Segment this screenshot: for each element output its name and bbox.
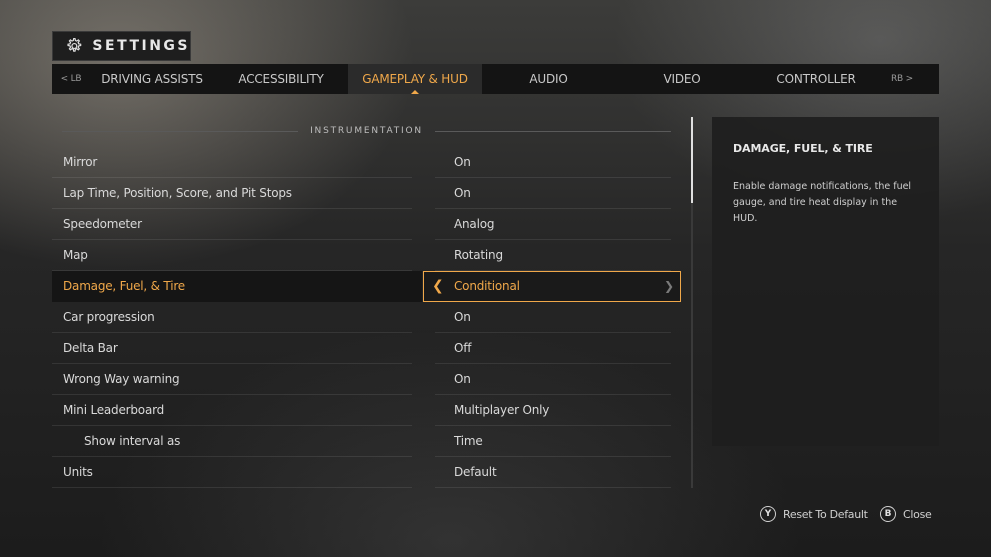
setting-label: Car progression	[63, 310, 155, 324]
setting-row-show-interval[interactable]: Show interval as Time	[52, 426, 684, 457]
page-title: SETTINGS	[92, 38, 190, 54]
setting-label: Wrong Way warning	[63, 372, 180, 386]
setting-label: Map	[63, 248, 88, 262]
divider	[434, 130, 672, 132]
description-body: Enable damage notifications, the fuel ga…	[733, 181, 912, 224]
setting-label: Mirror	[63, 155, 98, 169]
setting-row-mirror[interactable]: Mirror On	[52, 147, 684, 178]
setting-value[interactable]: Conditional	[454, 271, 520, 302]
settings-list: Mirror On Lap Time, Position, Score, and…	[52, 147, 684, 488]
b-button-icon: B	[880, 506, 896, 522]
divider	[62, 130, 299, 132]
chevron-left-icon[interactable]: ❮	[432, 271, 444, 302]
y-button-icon: Y	[760, 506, 776, 522]
setting-value[interactable]: Time	[454, 426, 483, 457]
chevron-right-icon[interactable]: ❯	[664, 271, 674, 302]
setting-value[interactable]: On	[454, 302, 471, 333]
setting-value[interactable]: On	[454, 178, 471, 209]
scrollbar-thumb[interactable]	[691, 117, 693, 203]
setting-row-speedometer[interactable]: Speedometer Analog	[52, 209, 684, 240]
setting-label: Units	[63, 465, 93, 479]
tab-prev-bumper[interactable]: < LB	[52, 64, 90, 94]
gear-icon	[67, 37, 82, 52]
setting-label: Mini Leaderboard	[63, 403, 165, 417]
setting-label: Show interval as	[84, 434, 181, 448]
setting-label: Delta Bar	[63, 341, 118, 355]
tab-next-bumper[interactable]: RB >	[883, 64, 921, 94]
section-header: INSTRUMENTATION	[62, 124, 672, 138]
setting-row-units[interactable]: Units Default	[52, 457, 684, 488]
setting-label: Damage, Fuel, & Tire	[63, 279, 185, 293]
setting-row-wrong-way[interactable]: Wrong Way warning On	[52, 364, 684, 395]
settings-title-box: SETTINGS	[52, 31, 191, 61]
reset-label: Reset To Default	[783, 507, 868, 521]
close-label: Close	[903, 507, 932, 521]
setting-value[interactable]: Rotating	[454, 240, 503, 271]
tab-driving-assists[interactable]: DRIVING ASSISTS	[90, 64, 214, 94]
tab-video[interactable]: VIDEO	[615, 64, 749, 94]
setting-value[interactable]: On	[454, 147, 471, 178]
setting-value[interactable]: Multiplayer Only	[454, 395, 549, 426]
setting-row-map[interactable]: Map Rotating	[52, 240, 684, 271]
tab-accessibility[interactable]: ACCESSIBILITY	[214, 64, 348, 94]
description-title: DAMAGE, FUEL, & TIRE	[733, 142, 873, 155]
setting-row-damage-fuel-tire[interactable]: Damage, Fuel, & Tire ❮ Conditional ❯	[52, 271, 684, 302]
setting-row-lap-time[interactable]: Lap Time, Position, Score, and Pit Stops…	[52, 178, 684, 209]
setting-value[interactable]: On	[454, 364, 471, 395]
close-button[interactable]: B Close	[880, 505, 932, 523]
tab-audio[interactable]: AUDIO	[482, 64, 615, 94]
reset-to-default-button[interactable]: Y Reset To Default	[760, 505, 868, 523]
setting-value[interactable]: Analog	[454, 209, 494, 240]
setting-row-car-progression[interactable]: Car progression On	[52, 302, 684, 333]
tab-bar: < LB DRIVING ASSISTS ACCESSIBILITY GAMEP…	[52, 64, 939, 94]
description-panel: DAMAGE, FUEL, & TIRE Enable damage notif…	[712, 117, 939, 446]
setting-row-mini-leaderboard[interactable]: Mini Leaderboard Multiplayer Only	[52, 395, 684, 426]
setting-value[interactable]: Off	[454, 333, 472, 364]
setting-value[interactable]: Default	[454, 457, 497, 488]
setting-label: Lap Time, Position, Score, and Pit Stops	[63, 186, 292, 200]
tab-gameplay-hud[interactable]: GAMEPLAY & HUD	[348, 64, 482, 94]
setting-row-delta-bar[interactable]: Delta Bar Off	[52, 333, 684, 364]
section-title: INSTRUMENTATION	[310, 126, 423, 136]
tab-controller[interactable]: CONTROLLER	[749, 64, 883, 94]
setting-label: Speedometer	[63, 217, 142, 231]
